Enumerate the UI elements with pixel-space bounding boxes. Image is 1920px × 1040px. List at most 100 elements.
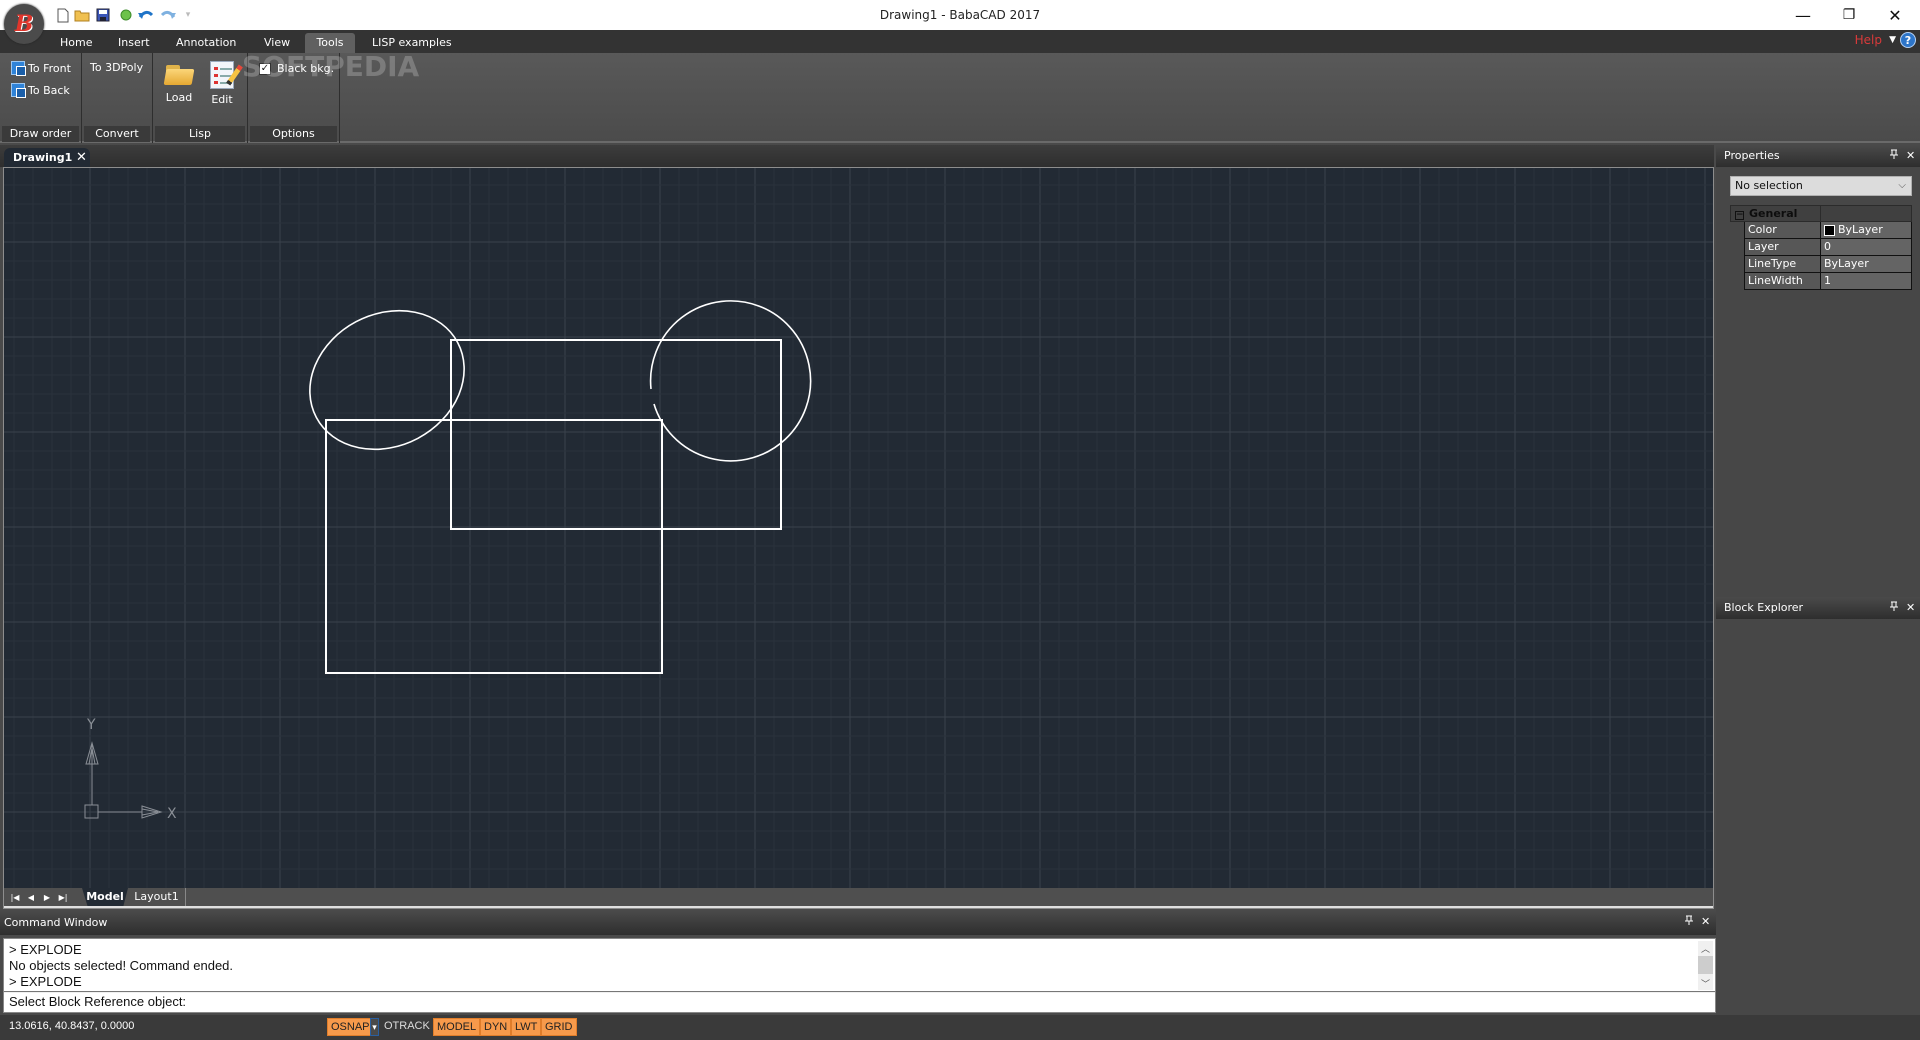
lisp-load-button[interactable]: Load [161, 63, 197, 104]
pin-icon[interactable] [1890, 145, 1898, 167]
close-block-explorer-icon[interactable]: ✕ [1906, 597, 1915, 619]
close-command-window-icon[interactable]: ✕ [1701, 911, 1710, 933]
lwt-toggle[interactable]: LWT [511, 1018, 542, 1036]
command-scrollbar[interactable]: ︿ ﹀ [1698, 941, 1713, 990]
edit-label: Edit [211, 93, 233, 106]
close-button[interactable]: ✕ [1872, 0, 1918, 30]
minimize-button[interactable]: — [1780, 0, 1826, 30]
ribbon-group-lisp: Load Edit Lisp [153, 53, 248, 143]
black-bkg-checkbox[interactable]: ✓ [259, 63, 271, 75]
scroll-down-icon[interactable]: ﹀ [1698, 976, 1713, 992]
ribbon-panel: To Front To Back Draw order To 3DPoly Co… [0, 53, 1920, 143]
ribbon-group-draw-order: To Front To Back Draw order [0, 53, 82, 143]
window-title: Drawing1 - BabaCAD 2017 [879, 8, 1041, 22]
ucs-icon: Y X [84, 717, 177, 822]
right-dock: Properties ✕ No selection ⌵ − General Col… [1716, 145, 1920, 1015]
pin-icon[interactable] [1685, 911, 1693, 933]
send-to-back-icon [11, 83, 26, 98]
tab-home[interactable]: Home [52, 33, 100, 53]
next-layout-icon[interactable]: ▶ [40, 891, 54, 905]
tab-insert[interactable]: Insert [110, 33, 158, 53]
drawing-area[interactable]: Y X |◀ ◀ ▶ ▶| Model Layout1 [3, 167, 1714, 909]
history-line: > EXPLODE [9, 942, 82, 957]
group-label-draw-order: Draw order [2, 126, 79, 142]
pin-icon[interactable] [1890, 597, 1898, 619]
selection-dropdown[interactable]: No selection ⌵ [1730, 176, 1912, 196]
restore-button[interactable]: ❐ [1826, 0, 1872, 30]
collapse-icon[interactable]: − [1735, 211, 1744, 220]
property-key: LineWidth [1745, 273, 1821, 289]
edit-checklist-icon [210, 61, 243, 89]
help-icon[interactable]: ? [1900, 32, 1916, 48]
drawing-canvas[interactable]: Y X [4, 168, 1713, 888]
prev-layout-icon[interactable]: ◀ [24, 891, 38, 905]
property-key: Color [1745, 222, 1821, 238]
app-menu-button[interactable]: B [4, 4, 44, 44]
to-front-label: To Front [28, 61, 71, 75]
first-layout-icon[interactable]: |◀ [8, 891, 22, 905]
tab-model[interactable]: Model [82, 888, 128, 906]
osnap-dropdown-icon[interactable]: ▾ [370, 1018, 379, 1036]
command-input[interactable]: Select Block Reference object: [4, 993, 1715, 1012]
group-label-lisp: Lisp [155, 126, 245, 142]
to-front-button[interactable]: To Front [11, 61, 71, 76]
tab-view[interactable]: View [256, 33, 298, 53]
babacad-logo-icon: B [14, 11, 34, 37]
property-value: 1 [1821, 273, 1911, 289]
to-back-label: To Back [28, 83, 70, 97]
property-grid: − General Color ByLayer Layer 0 LineType … [1730, 205, 1912, 290]
property-value: 0 [1821, 239, 1911, 255]
restore-icon: ❐ [1842, 7, 1856, 23]
grid [4, 168, 1713, 888]
dyn-toggle[interactable]: DYN [480, 1018, 512, 1036]
color-swatch [1824, 224, 1835, 236]
model-toggle[interactable]: MODEL [433, 1018, 481, 1036]
chevron-down-icon: ⌵ [1898, 180, 1906, 191]
close-document-icon[interactable]: ✕ [76, 148, 88, 167]
property-row-layer[interactable]: Layer 0 [1744, 239, 1912, 256]
tab-tools[interactable]: Tools [305, 33, 355, 53]
group-label-options: Options [250, 126, 337, 142]
black-bkg-label[interactable]: Black bkg. [277, 62, 334, 75]
to-3dpoly-button[interactable]: To 3DPoly [90, 61, 143, 74]
close-properties-icon[interactable]: ✕ [1906, 145, 1915, 167]
help-link[interactable]: Help [1855, 33, 1882, 47]
status-bar: 13.0616, 40.8437, 0.0000 OSNAP ▾ OTRACK … [0, 1015, 1920, 1040]
category-label: General [1749, 207, 1798, 220]
tab-lisp-examples[interactable]: LISP examples [364, 33, 460, 53]
grid-toggle[interactable]: GRID [541, 1018, 577, 1036]
otrack-toggle[interactable]: OTRACK [381, 1018, 433, 1036]
command-history: > EXPLODE No objects selected! Command e… [4, 939, 1715, 992]
properties-header: Properties ✕ [1716, 145, 1920, 167]
scroll-thumb[interactable] [1698, 956, 1713, 974]
category-general[interactable]: − General [1730, 205, 1912, 222]
command-window: > EXPLODE No objects selected! Command e… [3, 938, 1716, 1013]
ribbon-group-convert: To 3DPoly Convert [82, 53, 153, 143]
selection-value: No selection [1735, 179, 1803, 192]
ucs-y-label: Y [86, 717, 96, 733]
tab-layout1[interactable]: Layout1 [128, 888, 186, 906]
history-line: > EXPLODE [9, 974, 82, 989]
osnap-toggle[interactable]: OSNAP [327, 1018, 374, 1036]
property-row-linewidth[interactable]: LineWidth 1 [1744, 273, 1912, 290]
help-dropdown-icon[interactable]: ▼ [1889, 35, 1896, 45]
property-row-color[interactable]: Color ByLayer [1744, 222, 1912, 239]
document-tab-label: Drawing1 [13, 151, 73, 164]
scroll-up-icon[interactable]: ︿ [1698, 941, 1713, 957]
to-back-button[interactable]: To Back [11, 83, 70, 98]
rectangle-entity[interactable] [450, 339, 782, 530]
property-key: LineType [1745, 256, 1821, 272]
block-explorer-title: Block Explorer [1724, 601, 1804, 614]
property-value: ByLayer [1821, 256, 1911, 272]
lisp-edit-button[interactable]: Edit [204, 61, 243, 106]
document-tab-strip: Drawing1 ✕ [0, 145, 1714, 167]
property-row-linetype[interactable]: LineType ByLayer [1744, 256, 1912, 273]
properties-title: Properties [1724, 149, 1780, 162]
tab-annotation[interactable]: Annotation [168, 33, 244, 53]
minimize-icon: — [1795, 5, 1811, 25]
property-key: Layer [1745, 239, 1821, 255]
block-explorer-header: Block Explorer ✕ [1716, 597, 1920, 619]
arc-entity[interactable] [649, 300, 812, 462]
ellipse-entity[interactable] [285, 284, 488, 476]
last-layout-icon[interactable]: ▶| [56, 891, 70, 905]
